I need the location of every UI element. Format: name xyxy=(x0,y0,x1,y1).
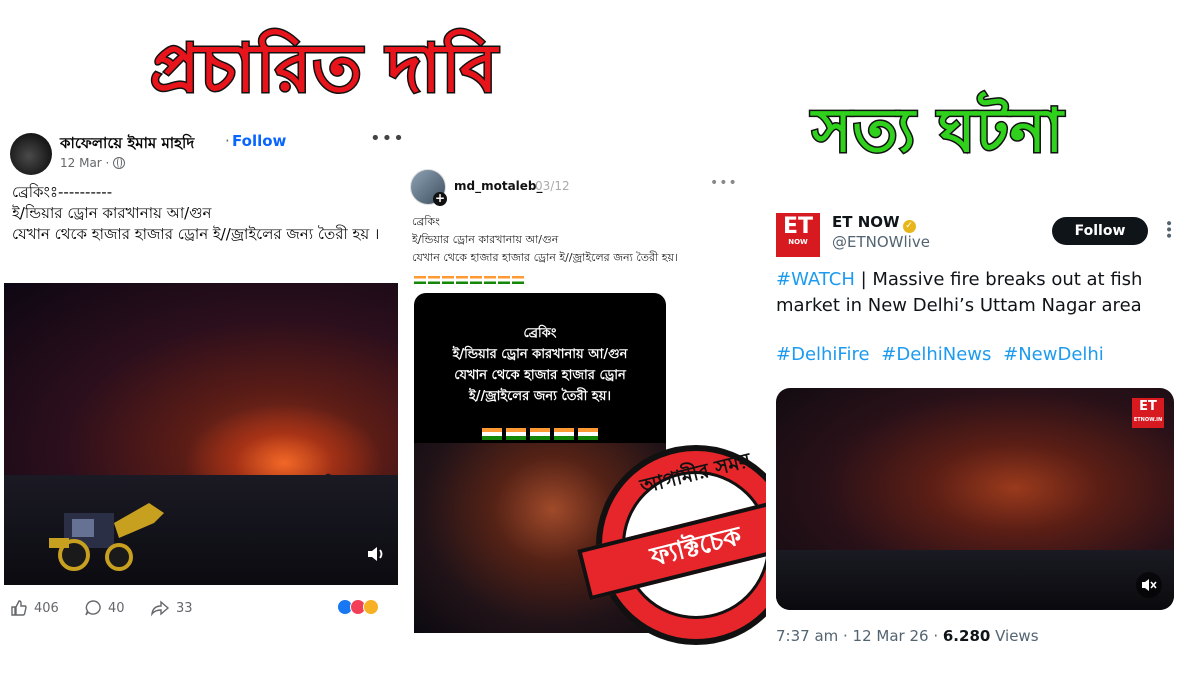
video-caption-line: ই/ন্ডিয়ার ড্রোন কারখানায় আ/গুন xyxy=(452,347,628,362)
hashtag-link[interactable]: #DelhiFire xyxy=(776,344,870,365)
like-button[interactable]: 406 xyxy=(10,599,59,617)
account-name-text: ET NOW xyxy=(832,213,900,231)
flag-row xyxy=(414,269,526,288)
watermark-subtext: ETNOW.IN xyxy=(1133,417,1163,423)
mute-icon[interactable] xyxy=(1136,572,1162,598)
separator: · xyxy=(225,132,230,150)
post-actions: 406 40 33 xyxy=(10,597,394,621)
comment-icon xyxy=(85,600,101,616)
more-options-icon[interactable]: ••• xyxy=(370,128,405,149)
reactions[interactable] xyxy=(337,599,379,615)
share-button[interactable]: 33 xyxy=(150,599,193,617)
thumbs-up-icon xyxy=(11,600,27,616)
india-flag-icon xyxy=(428,276,440,284)
logo-text: ET xyxy=(782,214,814,239)
post-text-line: ই/ন্ডিয়ার ড্রোন কারখানায় আ/গুন xyxy=(12,204,212,222)
india-flag-icon xyxy=(506,428,526,440)
comment-count: 40 xyxy=(108,600,125,616)
india-flag-icon xyxy=(456,276,468,284)
india-flag-icon xyxy=(442,276,454,284)
post-text-line: যেখান থেকে হাজার হাজার ড্রোন ই//জ্রাইলের… xyxy=(412,251,678,264)
india-flag-icon xyxy=(530,428,550,440)
india-flag-icon xyxy=(498,276,510,284)
post-author[interactable]: কাফেলায়ে ইমাম মাহদি xyxy=(60,132,194,157)
tweet-card: ET NOW ET NOW ✓ @ETNOWlive Follow ••• #WA… xyxy=(766,205,1180,655)
follow-link[interactable]: Follow xyxy=(232,132,286,150)
watch-hashtag[interactable]: #WATCH xyxy=(776,269,855,290)
globe-icon xyxy=(113,157,126,169)
like-count: 406 xyxy=(34,600,59,616)
haha-reaction-icon xyxy=(363,599,379,615)
logo-subtext: NOW xyxy=(788,238,808,246)
claim-headline: প্রচারিত দাবি xyxy=(148,29,499,109)
hashtag-row: #DelhiFire #DelhiNews #NewDelhi xyxy=(776,344,1176,365)
india-flag-icon xyxy=(482,428,502,440)
tweet-text: #WATCH | Massive fire breaks out at fish… xyxy=(776,267,1176,319)
watermark-text: ET xyxy=(1139,399,1157,414)
post-date: 12 Mar · xyxy=(60,156,126,170)
facebook-post: কাফেলায়ে ইমাম মাহদি · Follow ••• 12 Mar… xyxy=(0,122,405,632)
share-count: 33 xyxy=(176,600,193,616)
india-flag-icon xyxy=(470,276,482,284)
video-caption-line: যেখান থেকে হাজার হাজার ড্রোন xyxy=(454,368,626,383)
tweet-video[interactable]: ET ETNOW.IN xyxy=(776,388,1174,610)
video-caption: ব্রেকিং ই/ন্ডিয়ার ড্রোন কারখানায় আ/গুন… xyxy=(414,323,666,407)
excavator-icon xyxy=(49,503,164,571)
post-text-line: ব্রেকিংঃ---------- xyxy=(12,183,113,201)
post-date-text: 12 Mar · xyxy=(60,156,110,170)
et-now-logo[interactable]: ET NOW xyxy=(776,213,820,257)
post-text-line: যেখান থেকে হাজার হাজার ড্রোন ই//জ্রাইলের… xyxy=(12,225,380,243)
india-flag-icon xyxy=(578,428,598,440)
fact-headline: সত্য ঘটনা xyxy=(811,95,1065,168)
india-flag-icon xyxy=(414,276,426,284)
views-count: 6.280 xyxy=(942,627,991,645)
post-text: ব্রেকিং ই/ন্ডিয়ার ড্রোন কারখানায় আ/গুন… xyxy=(412,213,732,267)
more-options-icon[interactable]: ••• xyxy=(710,175,738,191)
comment-button[interactable]: 40 xyxy=(84,599,125,617)
hashtag-link[interactable]: #DelhiNews xyxy=(881,344,991,365)
more-options-icon[interactable]: ••• xyxy=(1160,219,1176,238)
hashtag-link[interactable]: #NewDelhi xyxy=(1003,344,1104,365)
ground xyxy=(776,550,1174,610)
speaker-icon[interactable] xyxy=(366,545,386,563)
avatar[interactable] xyxy=(10,133,52,175)
follow-button[interactable]: Follow xyxy=(1052,217,1148,245)
account-handle[interactable]: @ETNOWlive xyxy=(832,233,930,251)
post-video[interactable] xyxy=(4,283,398,585)
views-label: Views xyxy=(990,627,1039,645)
post-text-line: ই/ন্ডিয়ার ড্রোন কারখানায় আ/গুন xyxy=(412,233,559,246)
post-date: 03/12 xyxy=(535,179,570,193)
tweet-time[interactable]: 7:37 am · 12 Mar 26 · xyxy=(776,627,943,645)
india-flag-icon xyxy=(554,428,574,440)
et-now-watermark: ET ETNOW.IN xyxy=(1132,398,1164,428)
video-caption-line: ই//জ্রাইলের জন্য তৈরী হয়। xyxy=(468,389,612,404)
post-text: ব্রেকিংঃ---------- ই/ন্ডিয়ার ড্রোন কারখ… xyxy=(12,182,392,245)
tweet-meta: 7:37 am · 12 Mar 26 · 6.280 Views xyxy=(776,627,1039,645)
account-name[interactable]: ET NOW ✓ xyxy=(832,213,916,233)
india-flag-icon xyxy=(484,276,496,284)
post-text-line: ব্রেকিং xyxy=(412,215,440,228)
india-flag-icon xyxy=(512,276,524,284)
share-icon xyxy=(150,600,170,617)
username[interactable]: md_motaleb_ xyxy=(454,179,543,193)
follow-plus-icon[interactable]: + xyxy=(433,192,447,206)
video-caption-line: ব্রেকিং xyxy=(523,326,557,341)
verified-badge-icon: ✓ xyxy=(902,220,916,233)
caption-flags xyxy=(414,425,666,444)
